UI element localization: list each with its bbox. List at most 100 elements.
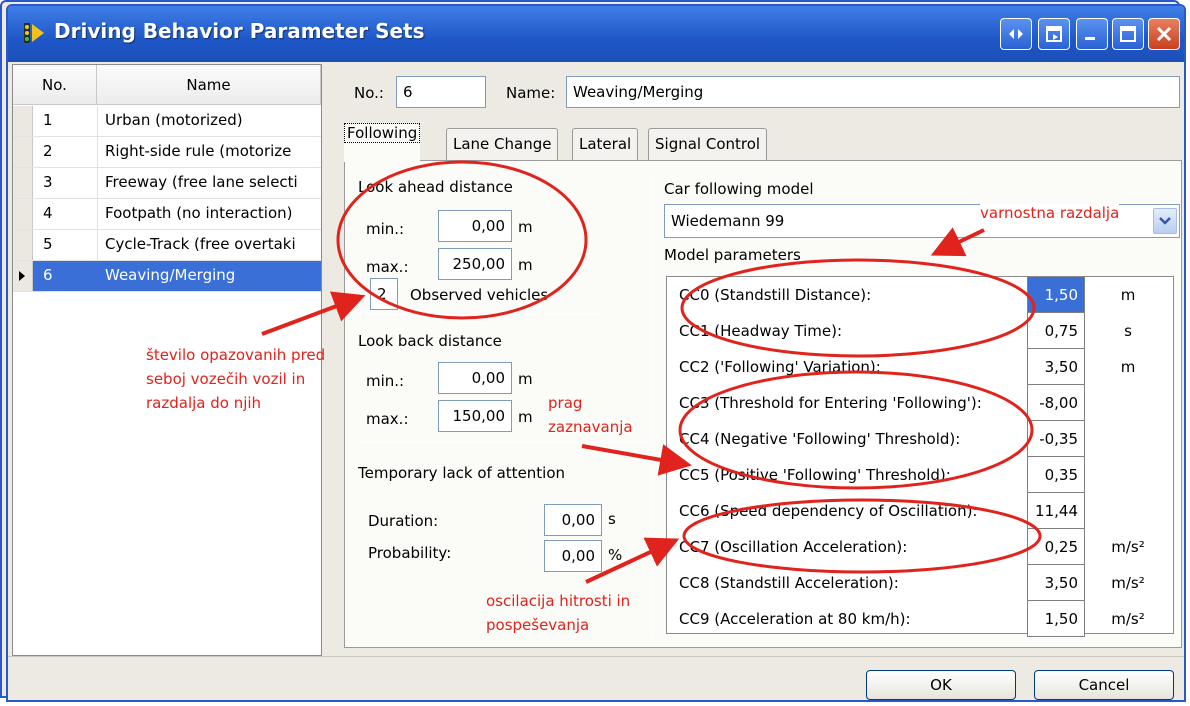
look-back-min-field[interactable]: 0,00 [438, 362, 512, 394]
maximize-button[interactable] [1112, 18, 1144, 50]
cancel-button[interactable]: Cancel [1034, 670, 1174, 700]
minimize-button[interactable] [1076, 18, 1108, 50]
tab-lateral[interactable]: Lateral [572, 128, 639, 160]
look-back-min-label: min.: [366, 372, 405, 390]
car-following-title: Car following model [664, 180, 814, 198]
divider [358, 314, 604, 315]
param-value-field[interactable]: 0,75 [1027, 313, 1085, 349]
name-field[interactable]: Weaving/Merging [566, 76, 1180, 108]
annotation-vehicles: razdalja do njih [146, 394, 262, 412]
list-item-selected[interactable]: 6 Weaving/Merging [13, 261, 321, 292]
param-unit: s [1124, 322, 1132, 340]
model-parameters-title: Model parameters [664, 246, 801, 264]
window-title: Driving Behavior Parameter Sets [54, 19, 425, 43]
list-item[interactable]: 3 Freeway (free lane selecti [13, 168, 321, 199]
table-row[interactable]: CC3 (Threshold for Entering 'Following')… [667, 385, 1173, 421]
param-unit: m/s² [1111, 574, 1145, 592]
look-ahead-title: Look ahead distance [358, 178, 513, 196]
table-row[interactable]: CC4 (Negative 'Following' Threshold): -0… [667, 421, 1173, 457]
table-row[interactable]: CC9 (Acceleration at 80 km/h): 1,50 m/s² [667, 601, 1173, 637]
resize-arrows-button[interactable] [1000, 18, 1032, 50]
list-item[interactable]: 5 Cycle-Track (free overtaki [13, 230, 321, 261]
table-row[interactable]: CC7 (Oscillation Acceleration): 0,25 m/s… [667, 529, 1173, 565]
list-item-no: 3 [43, 173, 53, 191]
annotation-threshold: zaznavanja [548, 418, 633, 436]
param-value-field[interactable]: -8,00 [1027, 385, 1085, 421]
param-unit: m [1120, 358, 1136, 376]
list-item-no: 2 [43, 142, 53, 160]
look-ahead-max-unit: m [518, 256, 533, 274]
table-row[interactable]: CC5 (Positive 'Following' Threshold): 0,… [667, 457, 1173, 493]
look-ahead-min-label: min.: [366, 220, 405, 238]
tab-following[interactable]: Following [344, 123, 421, 162]
duration-label: Duration: [368, 512, 439, 530]
look-back-min-unit: m [518, 370, 533, 388]
param-value-field[interactable]: 0,35 [1027, 457, 1085, 493]
probability-label: Probability: [368, 544, 452, 562]
param-name: CC1 (Headway Time): [679, 322, 843, 340]
attention-title: Temporary lack of attention [358, 464, 566, 482]
list-item-name: Cycle-Track (free overtaki [105, 235, 296, 253]
param-name: CC4 (Negative 'Following' Threshold): [679, 430, 961, 448]
tab-lane-change[interactable]: Lane Change [446, 128, 559, 160]
look-back-max-unit: m [518, 408, 533, 426]
param-value-field[interactable]: 3,50 [1027, 565, 1085, 601]
probability-field[interactable]: 0,00 [544, 540, 602, 572]
annotation-safety-distance: varnostna razdalja [980, 204, 1120, 222]
name-label: Name: [506, 84, 556, 102]
dropdown-button[interactable] [1153, 208, 1177, 234]
close-icon [1156, 26, 1172, 42]
param-value-field[interactable]: 1,50 [1027, 601, 1085, 637]
list-item-name: Urban (motorized) [105, 111, 243, 129]
annotation-oscillation: oscilacija hitrosti in [486, 592, 631, 610]
list-item[interactable]: 1 Urban (motorized) [13, 106, 321, 137]
duration-field[interactable]: 0,00 [544, 504, 602, 536]
table-row[interactable]: CC0 (Standstill Distance): 1,50 m [667, 277, 1173, 313]
no-field[interactable]: 6 [396, 76, 486, 108]
list-item-name: Right-side rule (motorize [105, 142, 292, 160]
param-value-field[interactable]: 0,25 [1027, 529, 1085, 565]
list-item[interactable]: 2 Right-side rule (motorize [13, 137, 321, 168]
list-item-no: 6 [43, 266, 53, 284]
table-row[interactable]: CC6 (Speed dependency of Oscillation): 1… [667, 493, 1173, 529]
annotation-threshold: prag [548, 394, 583, 412]
duration-unit: s [608, 510, 616, 528]
observed-vehicles-field[interactable]: 2 [370, 278, 398, 310]
table-row[interactable]: CC2 ('Following' Variation): 3,50 m [667, 349, 1173, 385]
list-item-no: 1 [43, 111, 53, 129]
param-name: CC5 (Positive 'Following' Threshold): [679, 466, 951, 484]
table-row[interactable]: CC8 (Standstill Acceleration): 3,50 m/s² [667, 565, 1173, 601]
list-item[interactable]: 4 Footpath (no interaction) [13, 199, 321, 230]
look-back-max-field[interactable]: 150,00 [438, 400, 512, 432]
param-name: CC7 (Oscillation Acceleration): [679, 538, 908, 556]
param-value-field[interactable]: 11,44 [1027, 493, 1085, 529]
param-name: CC6 (Speed dependency of Oscillation): [679, 502, 978, 520]
look-ahead-max-field[interactable]: 250,00 [438, 248, 512, 280]
dock-button[interactable] [1038, 18, 1070, 50]
look-back-title: Look back distance [358, 332, 502, 350]
param-value-field[interactable]: -0,35 [1027, 421, 1085, 457]
divider [652, 176, 653, 638]
look-ahead-max-label: max.: [366, 258, 409, 276]
annotation-oscillation: pospeševanja [486, 616, 590, 634]
divider [358, 442, 648, 443]
list-item-no: 4 [43, 204, 53, 222]
ok-button[interactable]: OK [866, 670, 1016, 700]
title-bar[interactable]: Driving Behavior Parameter Sets [8, 6, 1184, 62]
column-header-no[interactable]: No. [13, 65, 97, 105]
look-back-max-label: max.: [366, 410, 409, 428]
table-row[interactable]: CC1 (Headway Time): 0,75 s [667, 313, 1173, 349]
model-parameters-table[interactable]: CC0 (Standstill Distance): 1,50 m CC1 (H… [666, 276, 1174, 637]
maximize-icon [1120, 26, 1136, 42]
param-unit: m [1120, 286, 1136, 304]
column-header-name[interactable]: Name [97, 65, 321, 105]
tab-signal-control[interactable]: Signal Control [648, 128, 768, 160]
close-button[interactable] [1148, 18, 1180, 50]
list-item-no: 5 [43, 235, 53, 253]
current-row-arrow-icon [19, 271, 25, 281]
param-value-field[interactable]: 3,50 [1027, 349, 1085, 385]
param-unit: m/s² [1111, 610, 1145, 628]
param-name: CC8 (Standstill Acceleration): [679, 574, 899, 592]
param-value-field[interactable]: 1,50 [1027, 277, 1085, 313]
look-ahead-min-field[interactable]: 0,00 [438, 210, 512, 242]
